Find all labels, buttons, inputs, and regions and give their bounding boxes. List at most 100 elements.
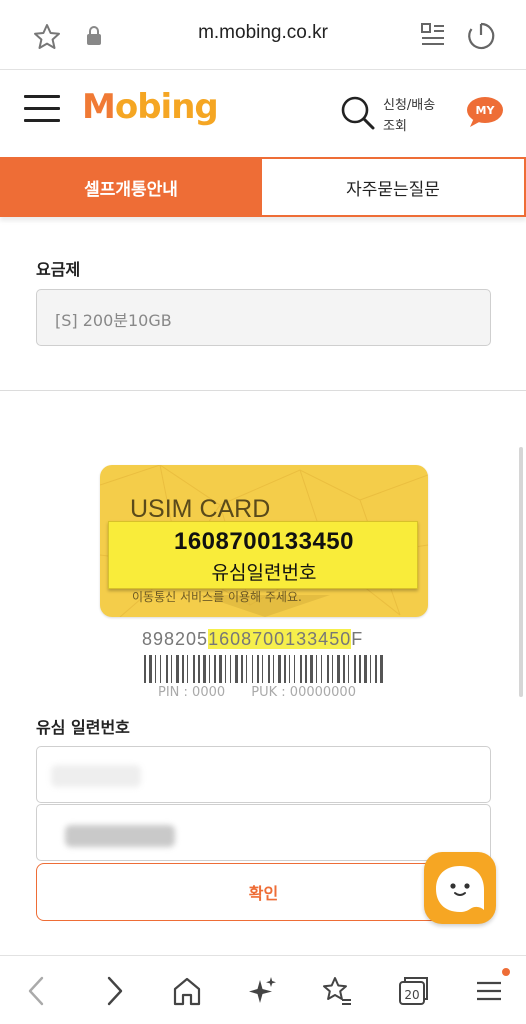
barcode-bar xyxy=(332,655,333,683)
plan-label: 요금제 xyxy=(36,260,81,279)
barcode-bar xyxy=(380,655,383,683)
iccid-suffix: F xyxy=(351,629,364,649)
barcode-bar xyxy=(316,655,317,683)
pin-text: PIN : 0000 xyxy=(158,685,226,700)
search-icon[interactable] xyxy=(340,95,376,131)
barcode-bar xyxy=(327,655,329,683)
scrollbar[interactable] xyxy=(519,447,523,697)
barcode-bar xyxy=(171,655,172,683)
home-icon[interactable] xyxy=(170,974,204,1008)
back-icon[interactable] xyxy=(20,974,54,1008)
barcode-bar xyxy=(343,655,345,683)
tab-count: 20 xyxy=(404,988,419,1002)
barcode-bar xyxy=(348,655,349,683)
logo-rest: obing xyxy=(114,87,219,127)
barcode-bar xyxy=(289,655,290,683)
apply-line-2: 조회 xyxy=(383,119,407,134)
barcode-bar xyxy=(214,655,216,683)
chatbot-face-icon xyxy=(436,866,484,912)
serial-highlight-box: 1608700133450 유심일련번호 xyxy=(108,521,418,589)
barcode-bar xyxy=(337,655,340,683)
sparkle-icon[interactable] xyxy=(246,974,280,1008)
barcode-bar xyxy=(257,655,259,683)
barcode-bar xyxy=(193,655,195,683)
iccid-prefix: 898205 xyxy=(142,629,209,649)
page: m.mobing.co.kr Mobing 신청/배송 조회 MY 셀프개통안내… xyxy=(0,0,526,1024)
barcode-bar xyxy=(300,655,302,683)
barcode-bar xyxy=(354,655,356,683)
apply-line-1: 신청/배송 xyxy=(383,98,436,113)
tab-faq[interactable]: 자주묻는질문 xyxy=(262,157,526,217)
barcode-bar xyxy=(370,655,371,683)
section-divider xyxy=(0,390,526,391)
barcode-bar xyxy=(252,655,253,683)
reload-icon[interactable] xyxy=(466,21,496,51)
app-header: Mobing 신청/배송 조회 MY xyxy=(0,71,526,157)
serial-input-field-1[interactable] xyxy=(36,746,491,803)
browser-bottom-nav: 20 xyxy=(0,955,526,1024)
barcode-bar xyxy=(144,655,146,683)
reader-mode-icon[interactable] xyxy=(420,22,446,50)
menu-icon[interactable] xyxy=(472,974,506,1008)
logo-m: M xyxy=(82,87,116,127)
hamburger-menu-icon[interactable] xyxy=(24,95,60,123)
barcode-bar xyxy=(273,655,274,683)
chatbot-button[interactable] xyxy=(424,852,496,924)
barcode-bar xyxy=(209,655,210,683)
url-text[interactable]: m.mobing.co.kr xyxy=(0,22,526,44)
tab-self-activation-guide[interactable]: 셀프개통안내 xyxy=(0,157,262,217)
barcode-bar xyxy=(321,655,322,683)
barcode-bar xyxy=(294,655,295,683)
confirm-button[interactable]: 확인 xyxy=(36,863,491,921)
redacted-value xyxy=(51,765,141,787)
barcode-bar xyxy=(246,655,247,683)
barcode xyxy=(144,655,383,683)
barcode-bar xyxy=(235,655,238,683)
forward-icon[interactable] xyxy=(97,974,131,1008)
mobing-logo[interactable]: Mobing xyxy=(82,87,219,127)
pin-puk-text: PIN : 0000 PUK : 00000000 xyxy=(158,685,356,700)
barcode-bar xyxy=(262,655,263,683)
barcode-bar xyxy=(241,655,243,683)
barcode-bar xyxy=(160,655,161,683)
barcode-bar xyxy=(149,655,152,683)
barcode-bar xyxy=(305,655,307,683)
iccid-number: 8982051608700133450F xyxy=(142,629,363,650)
barcode-bar xyxy=(359,655,361,683)
barcode-bar xyxy=(375,655,377,683)
redacted-value xyxy=(65,825,175,847)
usim-card-title: USIM CARD xyxy=(130,495,271,523)
serial-number: 1608700133450 xyxy=(173,528,355,555)
my-label: MY xyxy=(475,104,495,117)
notification-dot xyxy=(502,968,510,976)
barcode-bar xyxy=(278,655,281,683)
browser-toolbar: m.mobing.co.kr xyxy=(0,0,526,70)
iccid-serial-highlight: 1608700133450 xyxy=(208,629,352,649)
serial-caption: 유심일련번호 xyxy=(211,562,317,584)
barcode-bar xyxy=(225,655,226,683)
barcode-bar xyxy=(364,655,367,683)
apply-delivery-lookup-link[interactable]: 신청/배송 조회 xyxy=(383,95,435,137)
puk-text: PUK : 00000000 xyxy=(251,685,356,700)
barcode-bar xyxy=(166,655,168,683)
barcode-bar xyxy=(187,655,188,683)
usim-card-subtext: 이동통신 서비스를 이용해 주세요. xyxy=(132,590,302,604)
barcode-bar xyxy=(310,655,313,683)
barcode-bar xyxy=(198,655,200,683)
tab-bar: 셀프개통안내 자주묻는질문 xyxy=(0,157,526,217)
barcode-bar xyxy=(155,655,156,683)
barcode-bar xyxy=(230,655,231,683)
serial-input-label: 유심 일련번호 xyxy=(36,718,130,737)
usim-card-illustration: USIM CARD 이동통신 서비스를 이용해 주세요. 16087001334… xyxy=(98,463,428,700)
barcode-bar xyxy=(182,655,184,683)
my-page-button[interactable]: MY xyxy=(466,96,504,128)
tabs-icon[interactable]: 20 xyxy=(396,974,430,1008)
serial-input-field-2[interactable] xyxy=(36,804,491,861)
bookmarks-icon[interactable] xyxy=(320,974,354,1008)
barcode-bar xyxy=(268,655,270,683)
plan-field[interactable]: [S] 200분10GB xyxy=(36,289,491,346)
barcode-bar xyxy=(203,655,206,683)
barcode-bar xyxy=(176,655,179,683)
barcode-bar xyxy=(284,655,286,683)
barcode-bar xyxy=(219,655,222,683)
